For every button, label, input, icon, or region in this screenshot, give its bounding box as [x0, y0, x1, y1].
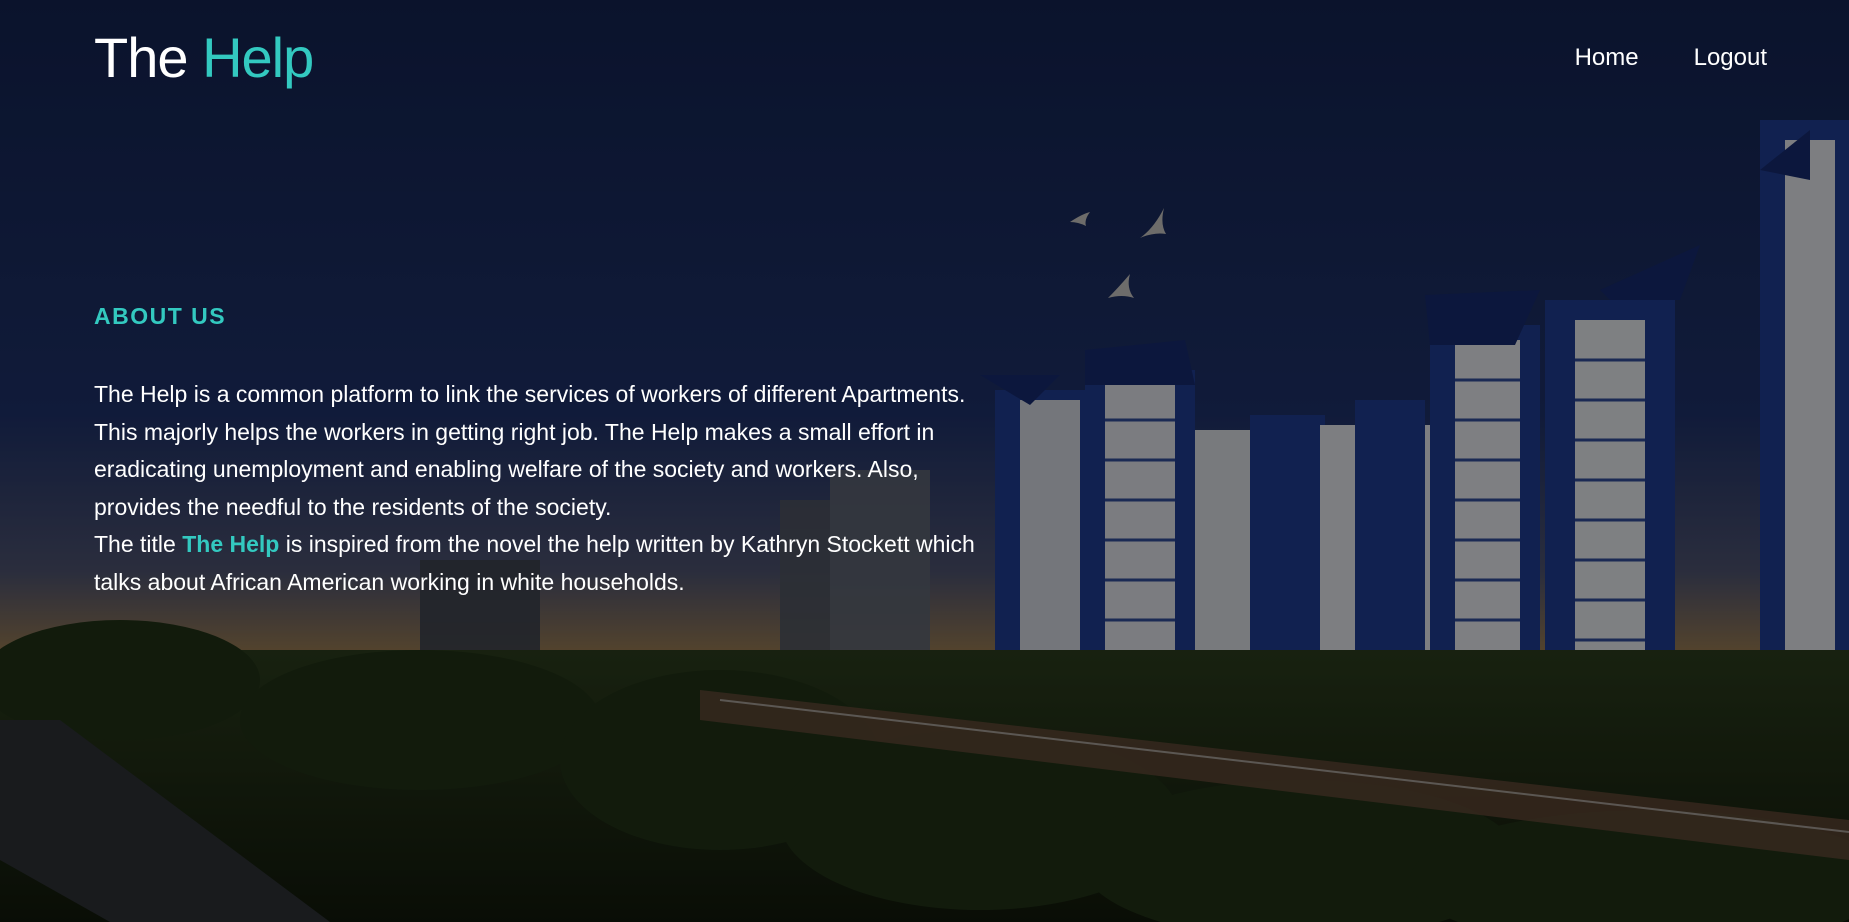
about-paragraph-2: The title The Help is inspired from the … — [94, 526, 984, 601]
about-paragraph-1: The Help is a common platform to link th… — [94, 381, 966, 520]
paragraph-2-prefix: The title — [94, 531, 176, 557]
nav-home-link[interactable]: Home — [1575, 42, 1639, 74]
about-heading: ABOUT US — [94, 303, 227, 329]
about-section: ABOUT US The Help is a common platform t… — [94, 300, 984, 601]
logo-text-accent: Help — [202, 26, 314, 89]
site-header: The Help Home Logout — [0, 0, 1849, 120]
logo-text-primary: The — [94, 26, 188, 89]
main-nav: Home Logout — [1575, 42, 1767, 74]
site-logo[interactable]: The Help — [94, 26, 314, 90]
nav-logout-link[interactable]: Logout — [1694, 42, 1767, 74]
brand-name-highlight: The Help — [182, 531, 280, 557]
